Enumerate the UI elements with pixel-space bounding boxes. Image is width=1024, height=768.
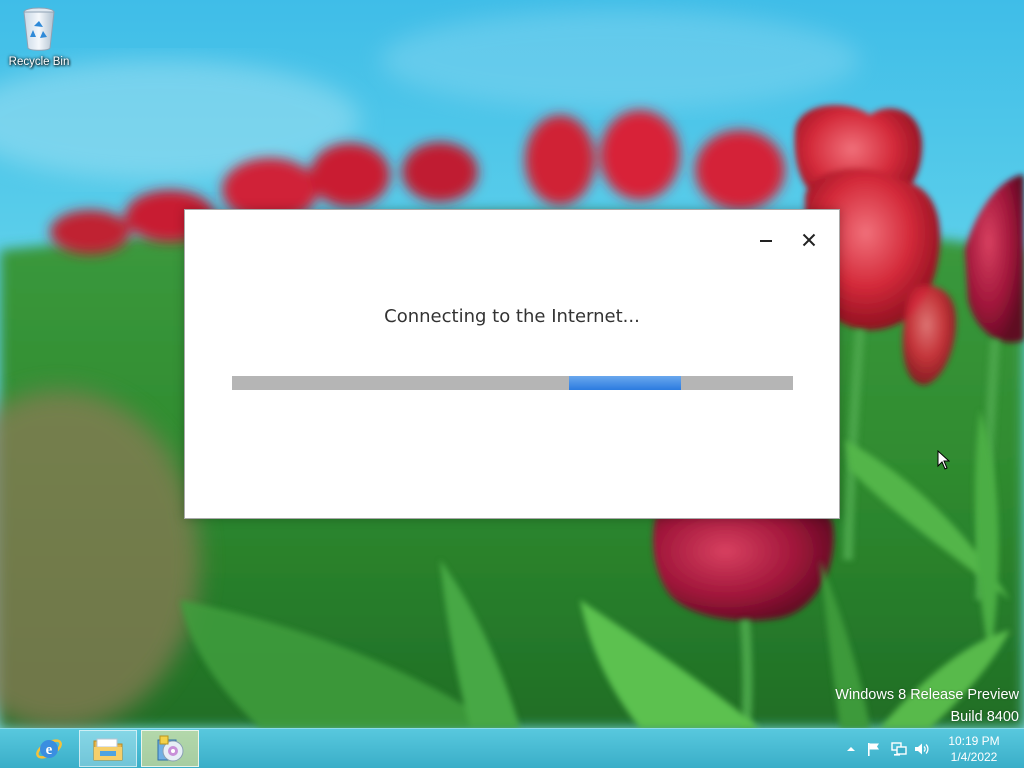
taskbar-file-explorer[interactable] — [79, 730, 137, 767]
os-version-watermark: Windows 8 Release Preview Build 8400 — [835, 684, 1019, 728]
clock-date: 1/4/2022 — [950, 750, 998, 764]
internet-explorer-icon: e — [36, 738, 62, 759]
show-hidden-icons-button[interactable] — [843, 741, 859, 757]
progress-marquee — [568, 376, 681, 390]
action-center-flag-icon — [868, 743, 879, 756]
svg-text:e: e — [46, 742, 53, 758]
close-icon — [802, 233, 816, 247]
show-hidden-icons-arrow-icon — [847, 747, 855, 751]
clock-time: 10:19 PM — [948, 734, 1000, 748]
minimize-icon — [760, 240, 772, 242]
setup-dialog: Connecting to the Internet... — [184, 209, 840, 519]
taskbar: e 10:19 PM 1/4/2022 — [0, 728, 1024, 768]
desktop-icon-recycle-bin[interactable]: Recycle Bin — [4, 6, 74, 68]
desktop-icon-label: Recycle Bin — [8, 56, 70, 68]
desktop: Recycle Bin Windows 8 Release Preview Bu… — [0, 0, 1024, 768]
watermark-edition: Windows 8 Release Preview — [835, 687, 1019, 703]
action-center-button[interactable] — [866, 741, 882, 757]
minimize-button[interactable] — [751, 226, 781, 254]
setup-disc-icon — [157, 735, 184, 761]
status-message: Connecting to the Internet... — [384, 306, 640, 327]
progress-bar — [232, 376, 793, 390]
recycle-bin-icon — [23, 7, 55, 51]
close-button[interactable] — [794, 226, 824, 254]
volume-button[interactable] — [914, 741, 930, 757]
volume-icon — [915, 743, 929, 755]
taskbar-windows-setup[interactable] — [141, 730, 199, 767]
mouse-pointer-icon — [937, 450, 950, 470]
file-explorer-icon — [93, 738, 123, 760]
network-button[interactable] — [891, 741, 907, 757]
watermark-build: Build 8400 — [950, 709, 1019, 725]
taskbar-clock[interactable]: 10:19 PM 1/4/2022 — [940, 733, 1008, 765]
network-icon — [891, 742, 907, 756]
taskbar-internet-explorer[interactable]: e — [20, 730, 78, 767]
